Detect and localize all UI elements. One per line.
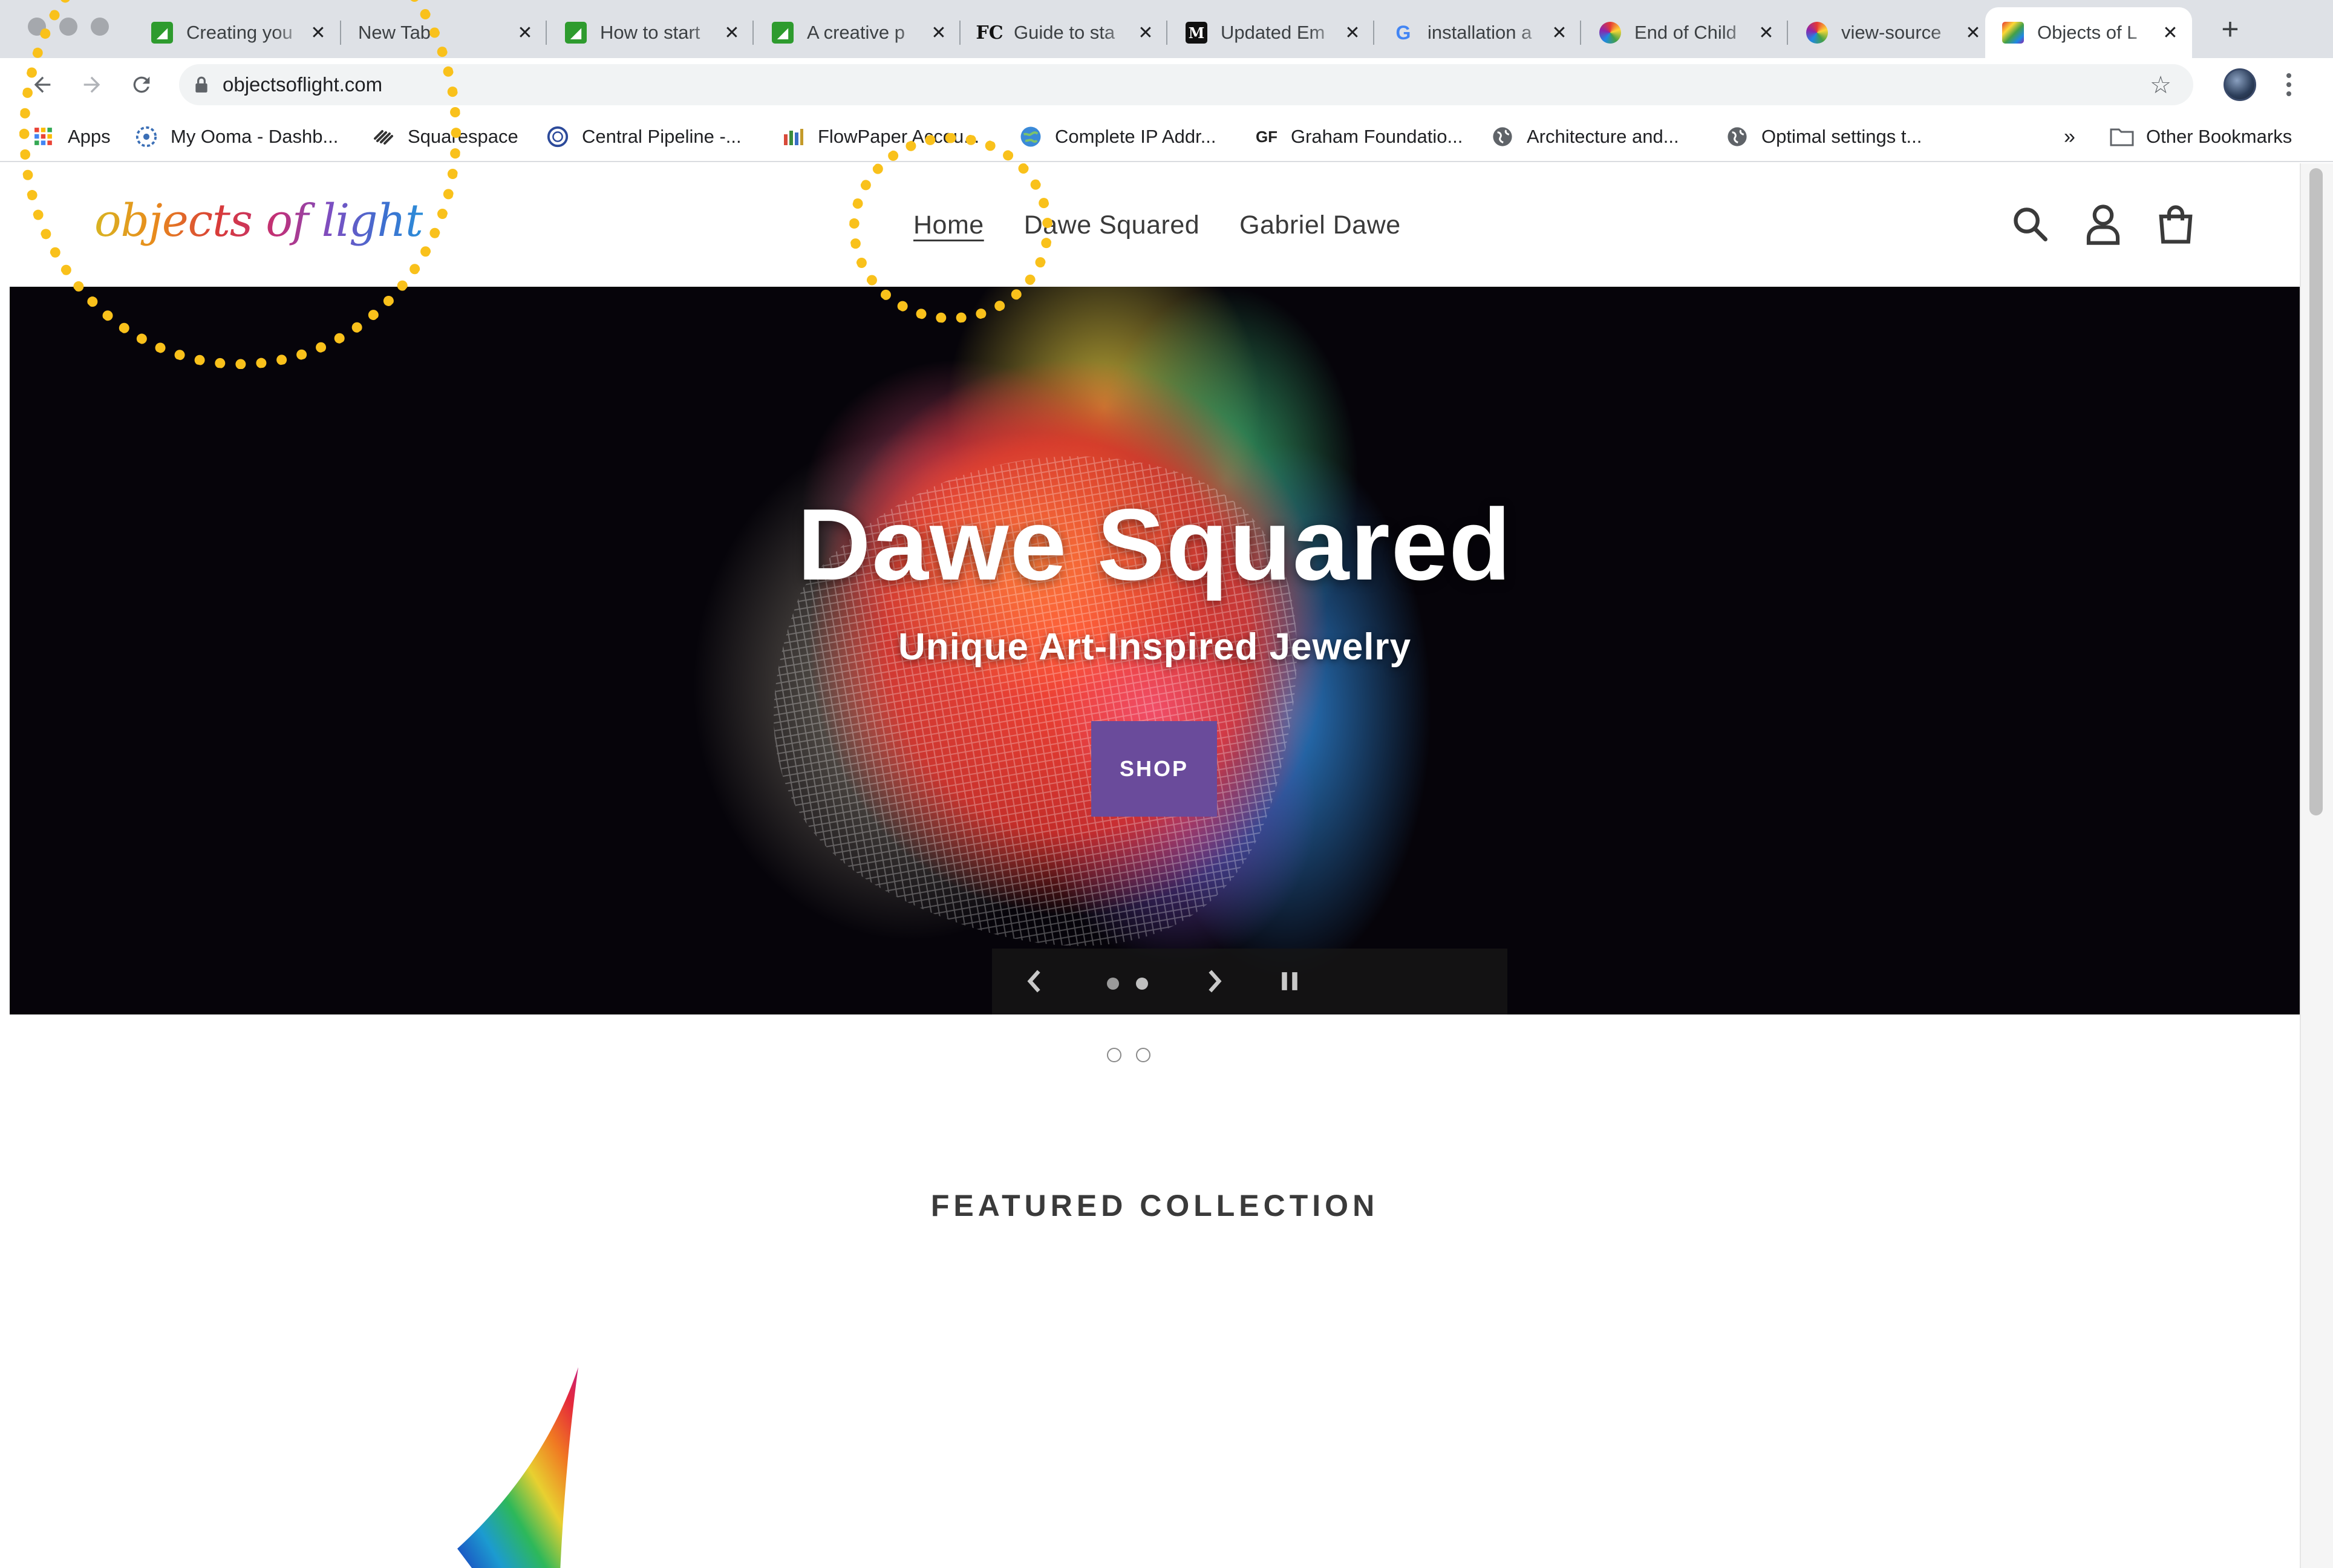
featured-collection-heading: FEATURED COLLECTION: [930, 1189, 1379, 1223]
product-image[interactable]: [433, 1367, 639, 1568]
page-scrollbar[interactable]: [2300, 163, 2333, 1568]
google-icon: G: [1395, 21, 1411, 44]
tab-title: installation a: [1428, 22, 1532, 43]
folder-icon: [2110, 125, 2134, 149]
tab-divider: [546, 21, 547, 45]
hero-title: Dawe Squared: [797, 488, 1512, 601]
world-icon: [1490, 125, 1515, 149]
tab-title: Guide to sta: [1014, 22, 1115, 43]
bookmark-label: Optimal settings t...: [1761, 126, 1922, 147]
browser-tab[interactable]: ◢ How to start ✕: [548, 7, 754, 58]
color-wheel-icon: [1806, 22, 1828, 44]
bookmark-graham-foundation[interactable]: GF Graham Foundatio...: [1255, 120, 1463, 154]
close-tab-icon[interactable]: ✕: [515, 22, 535, 44]
shop-button[interactable]: SHOP: [1091, 721, 1217, 817]
world-icon: [1725, 125, 1749, 149]
browser-tab[interactable]: ◢ A creative p ✕: [755, 7, 961, 58]
bookmark-label: Central Pipeline -...: [582, 126, 742, 147]
green-site-icon: ◢: [772, 22, 794, 44]
browser-tab[interactable]: M Updated Em ✕: [1169, 7, 1374, 58]
next-slide-button[interactable]: [1196, 963, 1233, 999]
previous-slide-button[interactable]: [1016, 963, 1052, 999]
annotation-circle-home: [849, 133, 1052, 323]
bookmark-central-pipeline[interactable]: Central Pipeline -...: [546, 120, 742, 154]
medium-icon: M: [1186, 22, 1207, 44]
tab-title: End of Child: [1634, 22, 1737, 43]
browser-tab[interactable]: End of Child ✕: [1582, 7, 1788, 58]
profile-avatar[interactable]: [2224, 68, 2256, 101]
bookmarks-overflow-button[interactable]: »: [2064, 120, 2075, 154]
tab-divider: [1166, 21, 1167, 45]
tab-divider: [752, 21, 754, 45]
scrollbar-thumb[interactable]: [2309, 168, 2323, 815]
slide-indicator-dot-2[interactable]: [1136, 978, 1148, 990]
bookmark-architecture[interactable]: Architecture and...: [1490, 120, 1679, 154]
slide-dot-1[interactable]: [1107, 1048, 1121, 1062]
browser-tab-active[interactable]: Objects of L ✕: [1985, 7, 2192, 58]
bookmark-label: Complete IP Addr...: [1055, 126, 1216, 147]
slide-dot-2[interactable]: [1136, 1048, 1150, 1062]
close-tab-icon[interactable]: ✕: [722, 22, 742, 44]
browser-tab[interactable]: view-source ✕: [1789, 7, 1995, 58]
bookmark-complete-ip[interactable]: Complete IP Addr...: [1019, 120, 1216, 154]
pipeline-icon: [546, 125, 570, 149]
tab-divider: [959, 21, 961, 45]
tab-divider: [1580, 21, 1581, 45]
tab-divider: [1373, 21, 1374, 45]
address-bar[interactable]: objectsoflight.com ☆: [179, 64, 2193, 105]
cart-icon[interactable]: [2149, 197, 2203, 252]
browser-tab[interactable]: G installation a ✕: [1375, 7, 1581, 58]
pause-slideshow-button[interactable]: [1271, 963, 1308, 999]
bookmark-star-icon[interactable]: ☆: [2150, 71, 2171, 99]
globe-icon: [1019, 125, 1043, 149]
tab-title: A creative p: [807, 22, 905, 43]
hero-slideshow: Dawe Squared Unique Art-Inspired Jewelry…: [10, 287, 2300, 1014]
close-tab-icon[interactable]: ✕: [1757, 22, 1776, 44]
chevron-left-icon: [1027, 970, 1040, 993]
close-tab-icon[interactable]: ✕: [1136, 22, 1155, 44]
other-bookmarks[interactable]: Other Bookmarks: [2110, 120, 2292, 154]
hero-subtitle: Unique Art-Inspired Jewelry: [898, 626, 1412, 668]
close-tab-icon[interactable]: ✕: [929, 22, 948, 44]
close-tab-icon[interactable]: ✕: [1343, 22, 1362, 44]
fc-icon: FC: [976, 22, 1003, 44]
search-icon[interactable]: [2003, 197, 2058, 252]
pause-icon: [1282, 972, 1297, 990]
web-page: objects of light Home Dawe Squared Gabri…: [10, 163, 2300, 1568]
browser-menu-icon[interactable]: [2277, 67, 2301, 103]
close-tab-icon[interactable]: ✕: [2161, 22, 2180, 44]
slideshow-controls: [992, 949, 1507, 1014]
browser-tab[interactable]: FC Guide to sta ✕: [962, 7, 1167, 58]
tab-title: How to start: [600, 22, 700, 43]
slide-indicator-dot-1[interactable]: [1107, 978, 1119, 990]
tab-title: Updated Em: [1221, 22, 1325, 43]
close-tab-icon[interactable]: ✕: [1550, 22, 1569, 44]
slide-pagination: [10, 1043, 2300, 1067]
flowpaper-icon: [781, 125, 806, 149]
bookmark-optimal-settings[interactable]: Optimal settings t...: [1725, 120, 1922, 154]
tab-title: Objects of L: [2037, 22, 2138, 43]
tab-title: view-source: [1841, 22, 1942, 43]
green-site-icon: ◢: [565, 22, 587, 44]
bookmark-label: Other Bookmarks: [2146, 126, 2292, 147]
nav-gabriel-dawe[interactable]: Gabriel Dawe: [1239, 211, 1401, 240]
bookmark-label: Graham Foundatio...: [1291, 126, 1463, 147]
color-wheel-icon: [1599, 22, 1621, 44]
account-icon[interactable]: [2076, 197, 2130, 252]
new-tab-button[interactable]: +: [2211, 11, 2250, 50]
close-tab-icon[interactable]: ✕: [1963, 22, 1983, 44]
tab-divider: [1787, 21, 1788, 45]
objects-of-light-icon: [2002, 22, 2024, 44]
bookmark-label: Architecture and...: [1527, 126, 1679, 147]
chevron-right-icon: [1209, 970, 1222, 993]
gf-icon: GF: [1255, 127, 1278, 146]
